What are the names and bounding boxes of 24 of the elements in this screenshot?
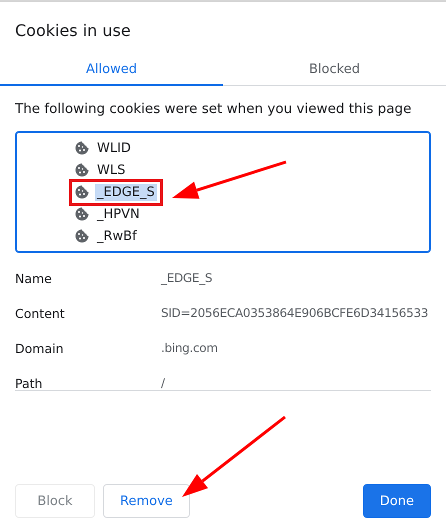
tab[interactable]: Allowed: [0, 52, 223, 86]
dialog-button[interactable]: Done: [362, 484, 431, 518]
detail-value: /: [161, 376, 166, 390]
cookie-name[interactable]: _EDGE_S: [95, 184, 157, 200]
tab[interactable]: Blocked: [223, 52, 446, 86]
cookie-icon: [75, 185, 89, 199]
detail-label: Path: [15, 376, 44, 391]
dialog-title: Cookies in use: [14, 20, 132, 42]
detail-label: Domain: [15, 341, 65, 356]
detail-value: SID=2056ECA0353864E906BCFE6D34156533: [161, 306, 430, 320]
description-text: The following cookies were set when you viewed this page: [14, 100, 412, 119]
cookie-icon: [75, 163, 89, 177]
cookie-name[interactable]: WLS: [95, 162, 128, 178]
detail-value: _EDGE_S: [161, 271, 214, 285]
cookie-icon: [75, 229, 89, 243]
cookie-name[interactable]: _HPVN: [95, 206, 142, 222]
cookie-icon: [75, 207, 89, 221]
detail-label: Content: [15, 306, 66, 321]
cookie-name[interactable]: WLID: [95, 140, 133, 156]
detail-value: .bing.com: [161, 341, 219, 355]
cookie-name[interactable]: _RwBf: [95, 228, 139, 244]
cookie-icon: [75, 141, 89, 155]
detail-label: Name: [15, 271, 53, 286]
dialog-button[interactable]: Remove: [103, 484, 190, 518]
